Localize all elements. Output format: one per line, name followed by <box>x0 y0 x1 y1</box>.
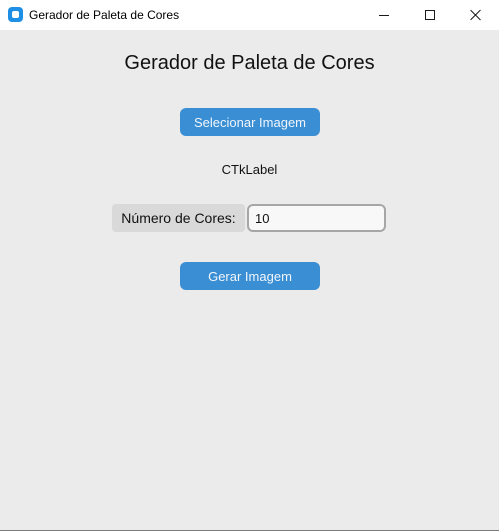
close-button[interactable] <box>453 0 499 30</box>
minimize-button[interactable] <box>361 0 407 30</box>
color-count-input[interactable] <box>247 204 386 232</box>
select-image-button[interactable]: Selecionar Imagem <box>180 108 320 136</box>
maximize-icon <box>425 10 435 20</box>
minimize-icon <box>379 14 389 16</box>
maximize-button[interactable] <box>407 0 453 30</box>
window-title: Gerador de Paleta de Cores <box>29 8 180 22</box>
page-title: Gerador de Paleta de Cores <box>124 52 375 74</box>
app-icon <box>8 7 23 22</box>
title-bar: Gerador de Paleta de Cores <box>0 0 499 30</box>
color-count-label: Número de Cores: <box>112 204 245 232</box>
app-window: Gerador de Paleta de Cores Gerador de Pa… <box>0 0 499 531</box>
close-icon <box>470 9 482 21</box>
status-label: CTkLabel <box>221 162 278 177</box>
generate-image-button[interactable]: Gerar Imagem <box>180 262 320 290</box>
